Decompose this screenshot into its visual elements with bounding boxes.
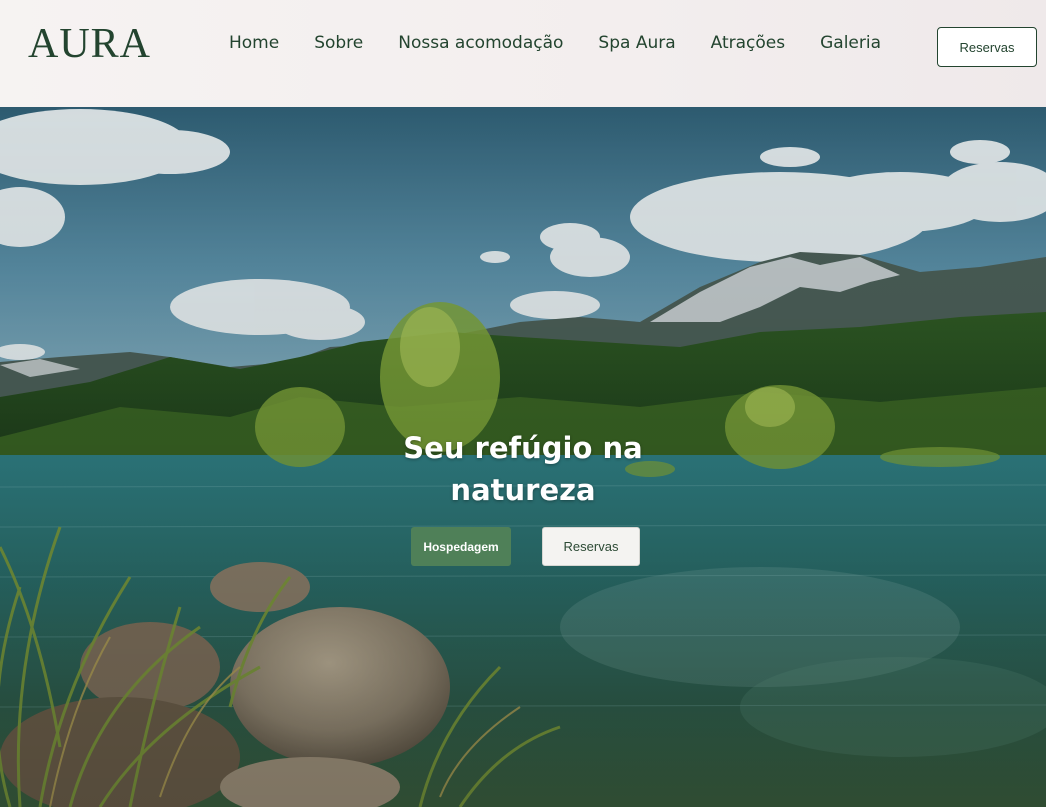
hero-title-line2: natureza: [450, 473, 596, 507]
main-nav: Home Sobre Nossa acomodação Spa Aura Atr…: [229, 33, 881, 53]
brand-logo[interactable]: AURA: [28, 20, 151, 68]
nav-item-sobre[interactable]: Sobre: [314, 33, 363, 53]
hero-title: Seu refúgio na natureza: [0, 427, 1046, 511]
nav-item-acomodacao[interactable]: Nossa acomodação: [398, 33, 563, 53]
hero-section: Seu refúgio na natureza Hospedagem Reser…: [0, 107, 1046, 807]
nav-item-spa[interactable]: Spa Aura: [598, 33, 675, 53]
hospedagem-button[interactable]: Hospedagem: [411, 527, 511, 566]
header-reservas-button[interactable]: Reservas: [937, 27, 1037, 67]
nav-item-home[interactable]: Home: [229, 33, 279, 53]
nav-item-atracoes[interactable]: Atrações: [711, 33, 785, 53]
nav-item-galeria[interactable]: Galeria: [820, 33, 881, 53]
site-header: AURA Home Sobre Nossa acomodação Spa Aur…: [0, 0, 1046, 107]
hero-title-line1: Seu refúgio na: [403, 431, 643, 465]
hero-reservas-button[interactable]: Reservas: [542, 527, 640, 566]
